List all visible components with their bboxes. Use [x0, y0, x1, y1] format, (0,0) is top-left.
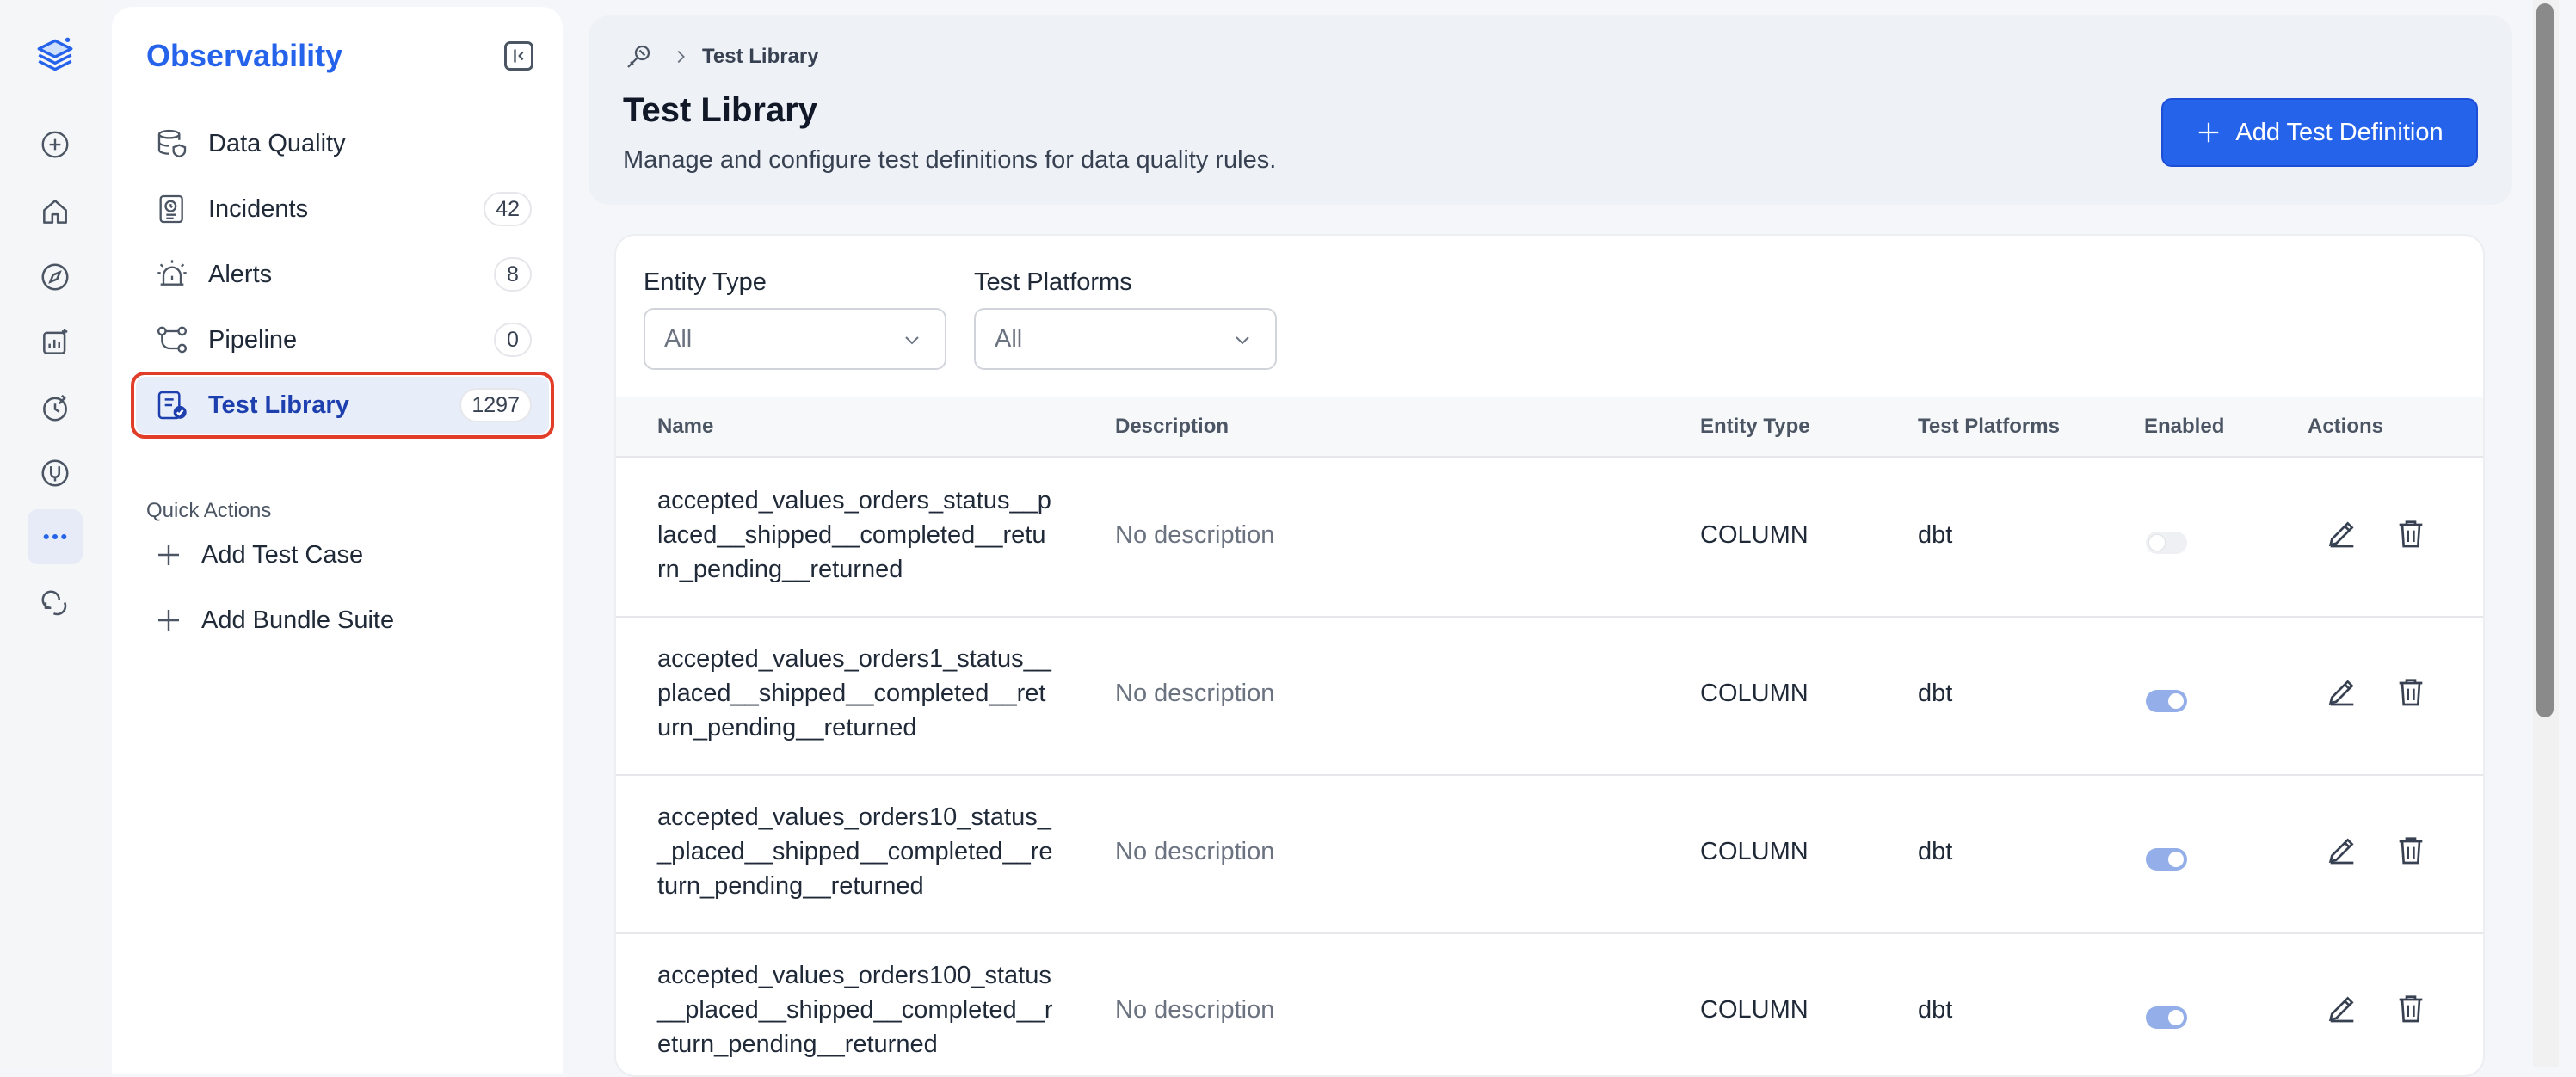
chevron-right-icon — [671, 47, 690, 66]
table-header: Name Description Entity Type Test Platfo… — [616, 397, 2483, 458]
plus-icon — [155, 541, 182, 569]
observability-icon[interactable] — [28, 446, 83, 501]
plus-icon — [155, 606, 182, 634]
column-header-description: Description — [1115, 415, 1229, 438]
page-header: Test Library Test Library Manage and con… — [589, 15, 2512, 205]
test-library-icon — [155, 388, 189, 422]
test-platform: dbt — [1918, 680, 1953, 707]
test-name[interactable]: accepted_values_orders100_status__placed… — [657, 958, 1053, 1062]
page-title: Test Library — [623, 91, 817, 129]
column-header-actions: Actions — [2308, 415, 2384, 438]
delete-icon[interactable] — [2394, 516, 2428, 551]
page-subtitle: Manage and configure test definitions fo… — [623, 146, 1277, 174]
breadcrumb-current[interactable]: Test Library — [702, 45, 819, 69]
test-platform: dbt — [1918, 521, 1953, 549]
table-row: accepted_values_orders1_status__placed__… — [616, 616, 2483, 776]
entity-type-select[interactable]: All — [644, 308, 946, 370]
incidents-count-badge: 42 — [484, 192, 532, 226]
database-shield-icon — [155, 126, 189, 161]
column-header-entity-type: Entity Type — [1700, 415, 1810, 438]
plus-icon — [2196, 120, 2222, 145]
test-platform: dbt — [1918, 838, 1953, 865]
sidebar-item-label: Test Library — [208, 391, 349, 419]
test-description: No description — [1115, 521, 1275, 549]
insights-icon[interactable] — [28, 315, 83, 370]
add-test-case-action[interactable]: Add Test Case — [155, 533, 363, 576]
test-entity-type: COLUMN — [1700, 996, 1809, 1024]
test-platforms-select[interactable]: All — [974, 308, 1277, 370]
quick-action-label: Add Test Case — [201, 540, 364, 569]
enabled-toggle[interactable] — [2146, 1006, 2187, 1029]
support-icon[interactable] — [28, 576, 83, 631]
logo-icon[interactable] — [28, 28, 83, 83]
quick-action-label: Add Bundle Suite — [201, 606, 395, 634]
sidebar-item-pipeline[interactable]: Pipeline 0 — [136, 311, 549, 368]
enabled-toggle[interactable] — [2146, 690, 2187, 712]
add-test-definition-button[interactable]: Add Test Definition — [2161, 98, 2478, 167]
test-name[interactable]: accepted_values_orders1_status__placed__… — [657, 642, 1053, 745]
enabled-toggle[interactable] — [2146, 532, 2187, 554]
delete-icon[interactable] — [2394, 991, 2428, 1025]
compass-icon[interactable] — [28, 249, 83, 305]
edit-icon[interactable] — [2325, 516, 2359, 551]
test-name[interactable]: accepted_values_orders10_status__placed_… — [657, 800, 1053, 903]
edit-icon[interactable] — [2325, 991, 2359, 1025]
governance-icon[interactable] — [28, 380, 83, 435]
column-header-enabled: Enabled — [2144, 415, 2225, 438]
siren-icon — [155, 257, 189, 292]
alerts-count-badge: 8 — [494, 257, 532, 292]
test-description: No description — [1115, 838, 1275, 865]
entity-type-select-value: All — [664, 324, 693, 353]
incident-icon — [155, 192, 189, 226]
quick-actions-heading: Quick Actions — [146, 499, 272, 522]
sidebar-item-test-library[interactable]: Test Library 1297 — [131, 372, 554, 439]
test-entity-type: COLUMN — [1700, 521, 1809, 549]
sidebar-item-label: Incidents — [208, 194, 309, 223]
test-library-count-badge: 1297 — [459, 388, 532, 422]
test-description: No description — [1115, 996, 1275, 1024]
edit-icon[interactable] — [2325, 674, 2359, 709]
delete-icon[interactable] — [2394, 674, 2428, 709]
delete-icon[interactable] — [2394, 833, 2428, 867]
entity-type-filter-label: Entity Type — [644, 268, 767, 296]
test-platforms-select-value: All — [995, 324, 1023, 353]
column-header-test-platforms: Test Platforms — [1918, 415, 2060, 438]
chevron-down-icon — [1232, 329, 1253, 350]
test-definitions-panel: Entity Type All Test Platforms All Name … — [614, 234, 2485, 1077]
breadcrumb: Test Library — [623, 41, 819, 72]
table-row: accepted_values_orders_status__placed__s… — [616, 458, 2483, 618]
home-icon[interactable] — [28, 184, 83, 239]
add-button-label: Add Test Definition — [2235, 118, 2444, 146]
pipeline-icon — [155, 323, 189, 357]
sidebar-item-alerts[interactable]: Alerts 8 — [136, 246, 549, 303]
more-icon[interactable] — [28, 509, 83, 564]
sidebar-item-label: Alerts — [208, 260, 273, 288]
page-scrollbar-thumb[interactable] — [2536, 3, 2554, 717]
test-platform: dbt — [1918, 996, 1953, 1024]
icon-rail — [0, 0, 110, 1067]
pipeline-count-badge: 0 — [494, 323, 532, 357]
test-entity-type: COLUMN — [1700, 680, 1809, 707]
sidebar-item-incidents[interactable]: Incidents 42 — [136, 181, 549, 237]
chevron-down-icon — [902, 329, 922, 350]
sidebar-item-label: Data Quality — [208, 129, 346, 157]
wrench-icon[interactable] — [623, 41, 654, 72]
collapse-sidebar-icon[interactable] — [504, 41, 533, 71]
table-row: accepted_values_orders100_status__placed… — [616, 932, 2483, 1075]
enabled-toggle[interactable] — [2146, 848, 2187, 871]
plus-icon[interactable] — [28, 117, 83, 172]
sidebar: Observability Data Quality Incidents 42 … — [112, 7, 563, 1074]
add-bundle-suite-action[interactable]: Add Bundle Suite — [155, 599, 394, 642]
table-row: accepted_values_orders10_status__placed_… — [616, 774, 2483, 934]
edit-icon[interactable] — [2325, 833, 2359, 867]
test-name[interactable]: accepted_values_orders_status__placed__s… — [657, 483, 1053, 587]
test-description: No description — [1115, 680, 1275, 707]
sidebar-title: Observability — [146, 38, 343, 73]
sidebar-item-label: Pipeline — [208, 325, 298, 354]
test-platforms-filter-label: Test Platforms — [974, 268, 1132, 296]
column-header-name[interactable]: Name — [657, 415, 713, 439]
sidebar-item-data-quality[interactable]: Data Quality — [136, 115, 549, 172]
test-entity-type: COLUMN — [1700, 838, 1809, 865]
